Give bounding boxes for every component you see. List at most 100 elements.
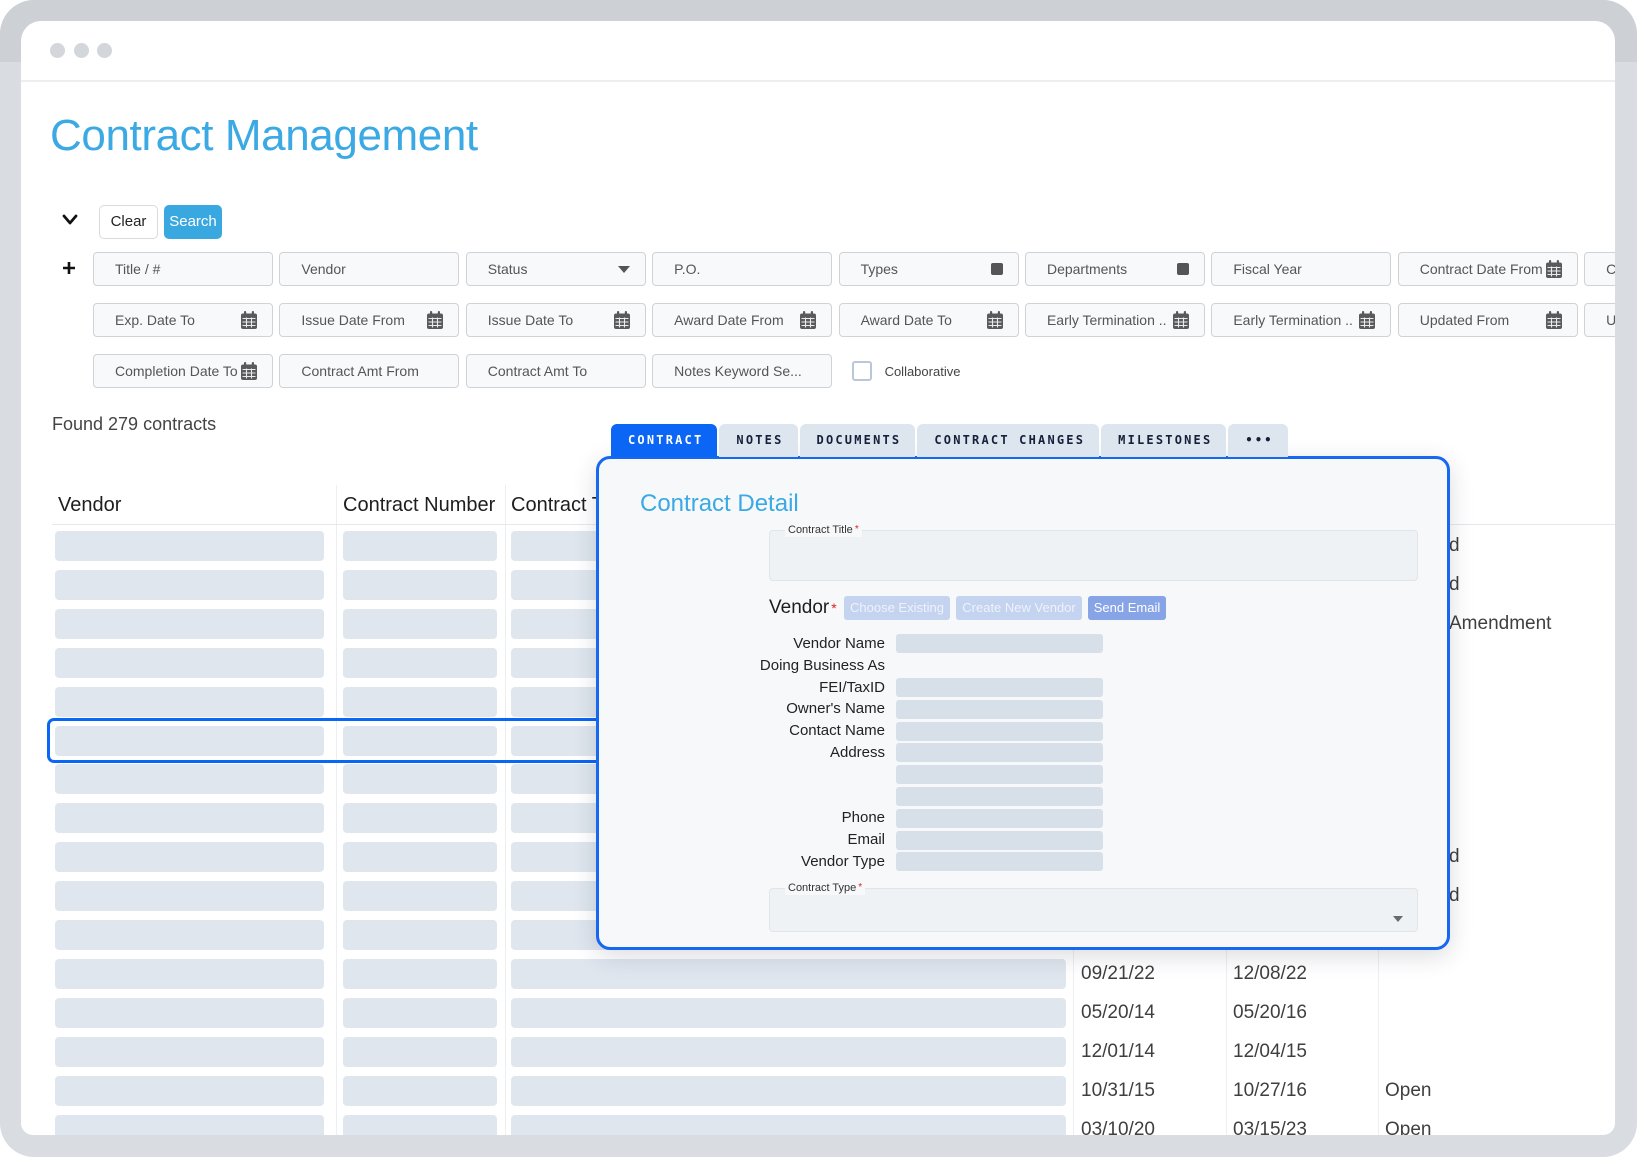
contact-name-input[interactable] [896, 721, 1103, 741]
owner-s-name-input[interactable] [896, 699, 1103, 719]
address-line-input[interactable] [896, 786, 1103, 806]
table-row[interactable]: 09/21/22 12/08/22 [21, 958, 1615, 989]
send-email-button[interactable]: Send Email [1088, 596, 1166, 620]
clear-button[interactable]: Clear [99, 205, 158, 239]
cell-date-1: 03/10/20 [1081, 1118, 1155, 1136]
cell-contract-number-placeholder [343, 997, 497, 1028]
address-input[interactable] [896, 743, 1103, 763]
filter-field-contract-amt-from[interactable]: Contract Amt From [279, 354, 460, 388]
contract-type-select[interactable]: Contract Type * [769, 881, 1418, 932]
caret-down-icon[interactable] [617, 253, 630, 285]
filter-field-title[interactable]: Title / # [93, 252, 273, 286]
filter-placeholder: Early Termination .. [1233, 312, 1353, 328]
filter-field-completion-date-to[interactable]: Completion Date To [93, 354, 273, 388]
table-row[interactable]: 10/31/15 10/27/16 Open [21, 1075, 1615, 1106]
cell-contract-number-placeholder [343, 686, 497, 717]
email-input[interactable] [896, 830, 1103, 850]
cell-status-overflow: d [1449, 573, 1460, 595]
chevron-down-icon[interactable] [61, 213, 79, 227]
filter-placeholder: Types [860, 261, 898, 277]
calendar-icon[interactable] [427, 304, 444, 336]
cell-status-overflow: d [1449, 885, 1460, 907]
tab-contract[interactable]: CONTRACT [611, 424, 718, 457]
filter-field-award-date-from[interactable]: Award Date From [652, 303, 833, 337]
plus-icon[interactable] [62, 261, 76, 275]
filter-field-c[interactable]: C [1584, 252, 1615, 286]
filter-field-p-o[interactable]: P.O. [652, 252, 833, 286]
table-row[interactable]: 05/20/14 05/20/16 [21, 997, 1615, 1028]
calendar-icon[interactable] [241, 304, 257, 336]
create-new-vendor-button[interactable]: Create New Vendor [956, 596, 1082, 620]
cell-vendor-placeholder [55, 920, 324, 950]
tab-contract-changes[interactable]: CONTRACT CHANGES [917, 424, 1100, 457]
vendor-type-input[interactable] [896, 852, 1103, 872]
vendor-field-vendor-name: Vendor Name [599, 633, 1119, 655]
column-header-contract-number[interactable]: Contract Number [343, 485, 495, 525]
address-line-input[interactable] [896, 765, 1103, 785]
calendar-icon[interactable] [800, 304, 817, 336]
filter-field-updated-from[interactable]: Updated From [1397, 303, 1578, 337]
window-dot-maximize[interactable] [97, 43, 112, 58]
tab-more[interactable]: ••• [1228, 424, 1288, 457]
filter-field-issue-date-from[interactable]: Issue Date From [279, 303, 460, 337]
contract-detail-panel: Contract Detail Contract Title * Vendor * … [596, 456, 1450, 950]
table-row[interactable]: 12/01/14 12/04/15 [21, 1036, 1615, 1067]
filter-field-notes-keyword-se[interactable]: Notes Keyword Se... [652, 354, 833, 388]
collaborative-checkbox[interactable] [851, 361, 872, 381]
filter-field-vendor[interactable]: Vendor [279, 252, 460, 286]
tab-label: DOCUMENTS [816, 433, 902, 447]
tab-documents[interactable]: DOCUMENTS [799, 424, 916, 457]
filter-field-fiscal-year[interactable]: Fiscal Year [1211, 252, 1392, 286]
choose-existing-button[interactable]: Choose Existing [844, 596, 950, 620]
vendor-name-input[interactable] [896, 634, 1103, 654]
filter-field-early-termination[interactable]: Early Termination .. [1211, 303, 1392, 337]
calendar-icon[interactable] [241, 355, 257, 387]
cell-status-overflow: d [1449, 535, 1460, 556]
table-row[interactable]: 03/10/20 03/15/23 Open [21, 1114, 1615, 1136]
filter-field-contract-amt-to[interactable]: Contract Amt To [465, 354, 646, 388]
filter-field-award-date-to[interactable]: Award Date To [838, 303, 1019, 337]
calendar-icon[interactable] [1545, 304, 1562, 336]
contract-title-input[interactable]: Contract Title * [769, 523, 1418, 581]
tab-milestones[interactable]: MILESTONES [1101, 424, 1227, 457]
cell-contract-placeholder [511, 1114, 1066, 1135]
contract-title-label: Contract Title * [785, 523, 862, 537]
column-header-contract[interactable]: Contract T [511, 485, 604, 525]
filter-field-contract-date-from[interactable]: Contract Date From [1397, 252, 1578, 286]
caret-down-icon[interactable] [1393, 909, 1403, 922]
filter-field-types[interactable]: Types [838, 252, 1019, 286]
filter-field-issue-date-to[interactable]: Issue Date To [465, 303, 646, 337]
filter-field-departments[interactable]: Departments [1024, 252, 1205, 286]
calendar-icon[interactable] [1359, 304, 1376, 336]
cell-contract-number-placeholder [343, 1114, 497, 1135]
square-icon[interactable] [1176, 253, 1189, 285]
cell-date-1: 10/31/15 [1081, 1079, 1155, 1101]
cell-vendor-placeholder [55, 803, 324, 834]
filter-field-u[interactable]: U [1584, 303, 1615, 337]
filter-field-early-termination[interactable]: Early Termination .. [1024, 303, 1205, 337]
filter-field-status[interactable]: Status [465, 252, 646, 286]
column-header-vendor[interactable]: Vendor [58, 485, 121, 525]
window-dot-close[interactable] [50, 43, 65, 58]
phone-input[interactable] [896, 808, 1103, 828]
calendar-icon[interactable] [1545, 253, 1562, 285]
collaborative-filter[interactable]: Collaborative [839, 354, 1019, 388]
search-button[interactable]: Search [164, 205, 222, 239]
cell-vendor-placeholder [55, 531, 324, 561]
fei-taxid-input[interactable] [896, 677, 1103, 697]
calendar-icon[interactable] [986, 304, 1003, 336]
contract-type-label: Contract Type * [785, 881, 866, 895]
filter-panel: Collaborative Title / # Vendor Status P.O. T… [93, 252, 1615, 388]
field-label: Phone [841, 809, 885, 827]
tab-label: CONTRACT CHANGES [934, 433, 1086, 447]
square-icon[interactable] [990, 253, 1003, 285]
filter-field-exp-date-to[interactable]: Exp. Date To [93, 303, 273, 337]
calendar-icon[interactable] [1172, 304, 1189, 336]
calendar-icon[interactable] [613, 304, 630, 336]
vendor-fields: Vendor Name Doing Business As FEI/TaxID Own… [599, 633, 1119, 873]
cell-contract-number-placeholder [343, 1075, 497, 1106]
filter-placeholder: Vendor [301, 261, 346, 277]
window-dot-minimize[interactable] [74, 43, 89, 58]
vendor-field-address-line [599, 764, 1119, 786]
tab-notes[interactable]: NOTES [719, 424, 798, 457]
